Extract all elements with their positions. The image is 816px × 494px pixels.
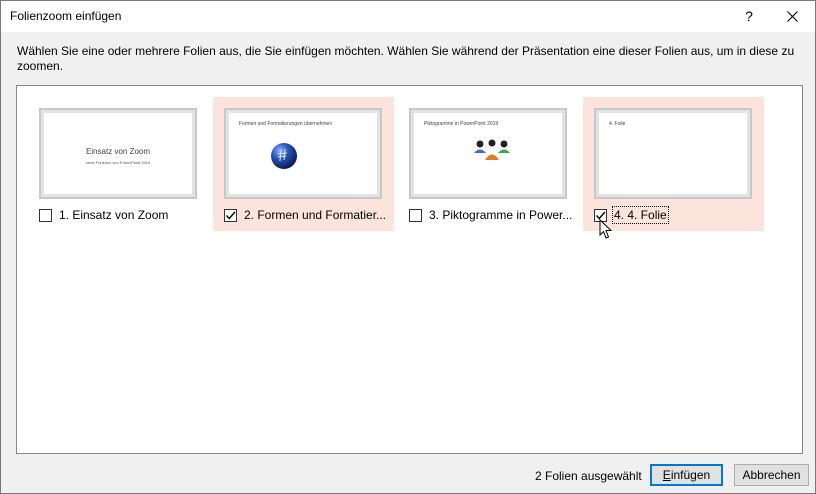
slide-label[interactable]: 2. Formen und Formatier... — [244, 208, 386, 222]
slide-thumbnail[interactable]: Piktogramme in PowerPoint 2019 — [409, 108, 567, 199]
thumbnail-title: Formen und Formatierungen übernehmen — [239, 121, 333, 127]
people-group-icon — [474, 139, 510, 160]
dialog-title: Folienzoom einfügen — [10, 9, 122, 23]
instruction-text: Wählen Sie eine oder mehrere Folien aus,… — [17, 44, 795, 73]
slide-label[interactable]: 4. 4. Folie — [612, 206, 669, 224]
slide-thumbnail[interactable]: Einsatz von Zoom neue Funktion von Power… — [39, 108, 197, 199]
slide-item-4[interactable]: 4. Folie 4. 4. Folie — [583, 97, 764, 231]
thumbnail-title: 4. Folie — [609, 121, 626, 127]
mouse-pointer-icon — [599, 219, 612, 239]
title-bar[interactable]: Folienzoom einfügen ? — [1, 1, 815, 32]
insert-slide-zoom-dialog: Folienzoom einfügen ? Wählen Sie eine od… — [0, 0, 816, 494]
slide-list-panel: Einsatz von Zoom neue Funktion von Power… — [16, 85, 803, 454]
slide-thumbnail[interactable]: Formen und Formatierungen übernehmen — [224, 108, 382, 199]
insert-accesskey: E — [662, 468, 671, 482]
slide-checkbox-2[interactable] — [224, 208, 237, 222]
slide-item-3[interactable]: Piktogramme in PowerPoint 2019 3. Piktog… — [398, 97, 579, 231]
thumbnail-title: Piktogramme in PowerPoint 2019 — [424, 121, 499, 127]
thumbnail-subtitle: neue Funktion von PowerPoint 2019 — [85, 160, 151, 165]
help-button[interactable]: ? — [732, 1, 766, 32]
thumbnail-title: Einsatz von Zoom — [85, 147, 151, 156]
slide-label[interactable]: 3. Piktogramme in Power... — [429, 208, 572, 222]
selection-status: 2 Folien ausgewählt — [535, 469, 642, 483]
slide-checkbox-3[interactable] — [409, 208, 422, 222]
close-icon — [787, 11, 798, 22]
slide-item-2[interactable]: Formen und Formatierungen übernehmen 2. … — [213, 97, 394, 231]
cancel-button[interactable]: Abbrechen — [734, 464, 809, 486]
close-button[interactable] — [773, 1, 813, 32]
slide-checkbox-1[interactable] — [39, 208, 52, 222]
insert-label-rest: infügen — [670, 468, 711, 482]
insert-button[interactable]: Einfügen — [650, 464, 723, 486]
slide-label[interactable]: 1. Einsatz von Zoom — [59, 208, 168, 222]
slide-thumbnail[interactable]: 4. Folie — [594, 108, 752, 199]
checkmark-icon — [225, 211, 236, 220]
blue-sphere-icon — [271, 143, 297, 169]
slide-item-1[interactable]: Einsatz von Zoom neue Funktion von Power… — [28, 97, 209, 231]
